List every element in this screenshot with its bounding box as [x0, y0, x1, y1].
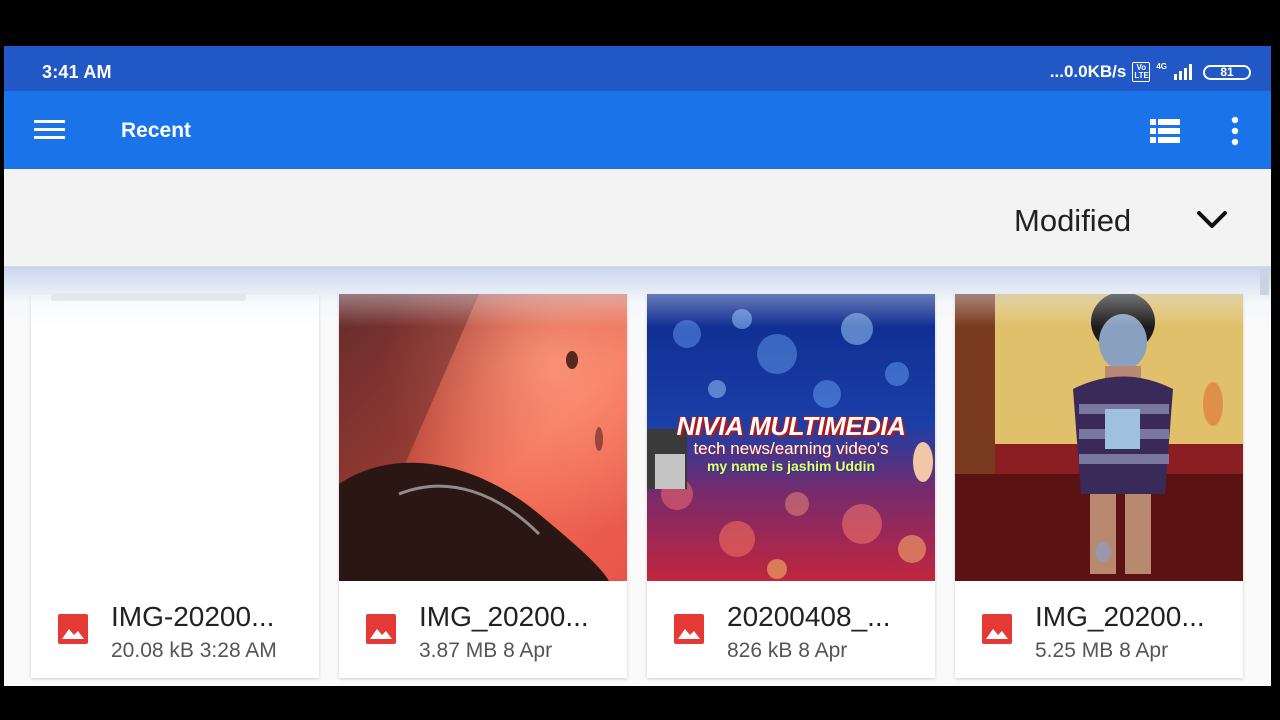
status-indicators: ...0.0KB/s Vo LTE 4G 81: [1050, 62, 1251, 82]
file-thumbnail: NIVIA MULTIMEDIA tech news/earning video…: [647, 294, 935, 581]
chevron-down-icon[interactable]: [1196, 209, 1228, 231]
sort-dropdown-label[interactable]: Modified: [1014, 203, 1131, 239]
app-bar: Recent: [4, 91, 1271, 169]
status-time: 3:41 AM: [42, 62, 112, 82]
file-card[interactable]: IMG_20200... 3.87 MB 8 Apr: [339, 294, 627, 678]
image-icon: [674, 614, 704, 644]
file-info: 20200408_... 826 kB 8 Apr: [647, 581, 935, 678]
file-meta: 20.08 kB 3:28 AM: [111, 639, 277, 663]
file-name: IMG-20200...: [111, 601, 275, 632]
file-card[interactable]: IMG-20200... 20.08 kB 3:28 AM: [31, 294, 319, 678]
thumbnail-caption-line3: my name is jashim Uddin: [706, 458, 876, 474]
status-bar: 3:41 AM ...0.0KB/s Vo LTE 4G 81: [4, 46, 1271, 91]
file-date: 8 Apr: [798, 639, 848, 662]
battery-level: 81: [1220, 65, 1234, 79]
volte-icon: Vo LTE: [1132, 62, 1151, 82]
file-size: 20.08 kB: [111, 639, 194, 662]
file-thumbnail: [955, 294, 1243, 581]
network-speed: ...0.0KB/s: [1049, 62, 1127, 81]
file-date: 3:28 AM: [199, 639, 277, 662]
file-size: 5.25 MB: [1035, 639, 1114, 662]
image-icon: [982, 614, 1012, 644]
image-icon: [58, 614, 88, 644]
list-view-icon[interactable]: [1150, 119, 1180, 143]
file-size: 3.87 MB: [419, 639, 498, 662]
thumbnail-caption-line2: tech news/earning video's: [693, 439, 889, 458]
file-grid-area[interactable]: IMG-20200... 20.08 kB 3:28 AM IMG_20200.…: [4, 267, 1271, 686]
file-date: 8 Apr: [503, 639, 553, 662]
file-thumbnail: [339, 294, 627, 581]
menu-icon[interactable]: [34, 119, 66, 141]
file-name: IMG_20200...: [419, 601, 589, 632]
file-name: 20200408_...: [727, 601, 891, 632]
file-info: IMG-20200... 20.08 kB 3:28 AM: [31, 581, 319, 678]
file-size: 826 kB: [727, 639, 793, 662]
file-card[interactable]: IMG_20200... 5.25 MB 8 Apr: [955, 294, 1243, 678]
thumbnail-caption-line1: NIVIA MULTIMEDIA: [676, 411, 906, 441]
file-thumbnail: [31, 294, 319, 581]
file-meta: 3.87 MB 8 Apr: [419, 639, 552, 663]
file-info: IMG_20200... 5.25 MB 8 Apr: [955, 581, 1243, 678]
more-vert-icon[interactable]: [1223, 116, 1247, 146]
file-date: 8 Apr: [1119, 639, 1169, 662]
sort-bar: Modified: [4, 169, 1271, 267]
scrollbar[interactable]: [1260, 269, 1269, 295]
image-icon: [366, 614, 396, 644]
network-type: 4G: [1156, 61, 1167, 71]
file-grid: IMG-20200... 20.08 kB 3:28 AM IMG_20200.…: [31, 294, 1243, 678]
thumbnail-caption: NIVIA MULTIMEDIA tech news/earning video…: [647, 412, 935, 474]
file-meta: 826 kB 8 Apr: [727, 639, 847, 663]
file-meta: 5.25 MB 8 Apr: [1035, 639, 1168, 663]
file-name: IMG_20200...: [1035, 601, 1205, 632]
phone-screen: 3:41 AM ...0.0KB/s Vo LTE 4G 81 Recent M…: [4, 46, 1271, 686]
file-card[interactable]: NIVIA MULTIMEDIA tech news/earning video…: [647, 294, 935, 678]
battery-icon: 81: [1203, 64, 1251, 80]
file-info: IMG_20200... 3.87 MB 8 Apr: [339, 581, 627, 678]
page-title: Recent: [121, 119, 192, 142]
signal-icon: [1174, 64, 1192, 80]
